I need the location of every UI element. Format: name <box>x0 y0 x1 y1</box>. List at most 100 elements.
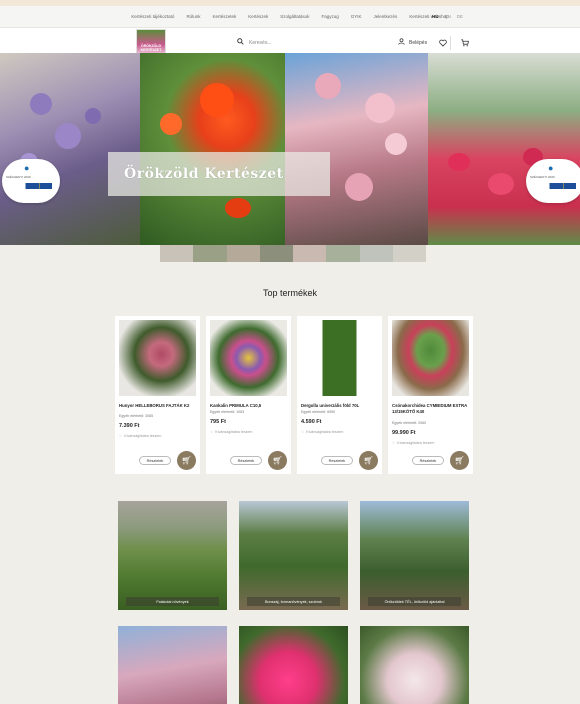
hero-thumb[interactable] <box>259 245 293 262</box>
hero-thumb[interactable] <box>293 245 327 262</box>
add-to-cart-button[interactable]: 🛒︎ <box>268 451 287 470</box>
product-name[interactable]: Csónakorchidea CYMBIDIUM EXTRA 13/15KÖTŐ… <box>392 403 470 414</box>
cart-icon: 🛒︎ <box>272 456 283 465</box>
hero-image-magnolia <box>285 53 428 245</box>
lang-hu[interactable]: HU <box>432 14 439 19</box>
heart-icon[interactable] <box>437 37 449 49</box>
badge-text: SZÉCHENYI 2020 <box>530 175 555 179</box>
category-label: Bonszáj, formanövények, szobrok <box>247 597 340 606</box>
product-image[interactable] <box>210 320 287 396</box>
product-image[interactable] <box>392 320 469 396</box>
product-stock: Egyéb elérhető: 1083 <box>210 410 245 414</box>
nav-link[interactable]: Rólunk <box>186 14 200 19</box>
product-card[interactable]: Csónakorchidea CYMBIDIUM EXTRA 13/15KÖTŐ… <box>388 316 473 474</box>
product-stock: Egyéb elérhető: 6950 <box>301 410 336 414</box>
search-icon <box>237 38 244 47</box>
nav-link[interactable]: Jelentkezés <box>374 14 398 19</box>
product-name[interactable]: Dergolla univerzális föld 70L <box>301 403 379 409</box>
hero-title: Örökzöld Kertészet <box>108 152 330 196</box>
details-button[interactable]: Részletek <box>321 456 353 465</box>
login-button[interactable]: Belépés <box>398 38 427 47</box>
hero-thumb[interactable] <box>359 245 393 262</box>
category-tile[interactable]: Faiskolai növények <box>118 501 227 610</box>
category-tile[interactable]: Bonszáj, formanövények, szobrok <box>239 501 348 610</box>
hero-banner: Örökzöld Kertészet ● SZÉCHENYI 2020 ● SZ… <box>0 53 580 245</box>
hero-image-agapanthus <box>0 53 140 245</box>
product-name[interactable]: Hunyor HELLEBORUS FAJTÁK K2 <box>119 403 197 409</box>
hero-image-greenhouse <box>428 53 580 245</box>
product-image[interactable] <box>119 320 196 396</box>
language-switcher: HU EN DE <box>432 14 463 19</box>
search-box[interactable]: Keresés... <box>237 38 272 47</box>
location-pin-icon: ● <box>24 163 30 173</box>
category-grid: Faiskolai növények Bonszáj, formanövénye… <box>118 501 469 704</box>
hero-thumb[interactable] <box>326 245 360 262</box>
product-card[interactable]: Hunyor HELLEBORUS FAJTÁK K2 Egyéb elérhe… <box>115 316 200 474</box>
wishlist-label: Kívánságlistára teszem <box>397 441 435 445</box>
nav-link[interactable]: Szolgáltatások <box>280 14 309 19</box>
product-card[interactable]: Dergolla univerzális föld 70L Egyéb elér… <box>297 316 382 474</box>
szechenyi-badge-left: ● SZÉCHENYI 2020 <box>2 159 60 203</box>
hero-thumb[interactable] <box>392 245 426 262</box>
product-price: 4.590 Ft <box>301 419 322 425</box>
search-input[interactable]: Keresés... <box>249 40 272 46</box>
hero-thumb[interactable] <box>226 245 260 262</box>
wishlist-label: Kívánságlistára teszem <box>215 430 253 434</box>
add-to-cart-button[interactable]: 🛒︎ <box>359 451 378 470</box>
product-price: 7.390 Ft <box>119 423 140 429</box>
cart-icon: 🛒︎ <box>454 456 465 465</box>
top-navigation: Kertészeti tájékoztató Rólunk Kertészete… <box>0 6 580 28</box>
category-tile[interactable] <box>118 626 227 704</box>
product-stock: Egyéb elérhető: 2060 <box>392 421 427 425</box>
nav-link[interactable]: Kertészek <box>248 14 268 19</box>
details-button[interactable]: Részletek <box>230 456 262 465</box>
cart-icon[interactable] <box>459 37 471 49</box>
category-label: Faiskolai növények <box>126 597 219 606</box>
category-tile[interactable]: Örökzöldek TÉL, örökzöld ajánlattal <box>360 501 469 610</box>
location-pin-icon: ● <box>548 163 554 173</box>
cart-icon: 🛒︎ <box>181 456 192 465</box>
category-tile[interactable] <box>360 626 469 704</box>
product-price: 99.990 Ft <box>392 430 416 436</box>
details-button[interactable]: Részletek <box>412 456 444 465</box>
top-nav-links: Kertészeti tájékoztató Rólunk Kertészete… <box>131 14 448 19</box>
heart-icon: ♡ <box>210 430 214 434</box>
login-label: Belépés <box>409 39 428 46</box>
product-name[interactable]: Kankalin PRIMULA C10,5 <box>210 403 288 409</box>
eu-flag-bar <box>532 183 576 189</box>
add-to-cart-button[interactable]: 🛒︎ <box>177 451 196 470</box>
heart-icon: ♡ <box>119 434 123 438</box>
hero-thumb[interactable] <box>160 245 194 262</box>
szechenyi-badge-right: ● SZÉCHENYI 2020 <box>526 159 580 203</box>
wishlist-link[interactable]: ♡ Kívánságlistára teszem <box>301 430 343 434</box>
top-products-title: Top termékek <box>262 288 318 298</box>
top-products-list: Hunyor HELLEBORUS FAJTÁK K2 Egyéb elérhe… <box>115 316 473 474</box>
nav-link[interactable]: Fagyzug <box>322 14 339 19</box>
heart-icon: ♡ <box>392 441 396 445</box>
lang-en[interactable]: EN <box>445 14 451 19</box>
logo-text: ÖRÖKZÖLD KERTÉSZET <box>140 44 162 53</box>
category-label: Örökzöldek TÉL, örökzöld ajánlattal <box>368 597 461 606</box>
cart-icon: 🛒︎ <box>363 456 374 465</box>
nav-link[interactable]: Kertészeti tájékoztató <box>131 14 174 19</box>
lang-de[interactable]: DE <box>457 14 463 19</box>
wishlist-link[interactable]: ♡ Kívánságlistára teszem <box>392 441 434 445</box>
eu-flag-bar <box>8 183 52 189</box>
product-price: 795 Ft <box>210 419 226 425</box>
user-icon <box>398 38 405 47</box>
product-image[interactable] <box>301 320 378 396</box>
nav-link[interactable]: GYIK <box>351 14 362 19</box>
hero-thumbnail-strip <box>160 245 426 262</box>
nav-link[interactable]: Kertészetek <box>212 14 236 19</box>
header-divider <box>450 36 451 50</box>
wishlist-link[interactable]: ♡ Kívánságlistára teszem <box>119 434 161 438</box>
add-to-cart-button[interactable]: 🛒︎ <box>450 451 469 470</box>
details-button[interactable]: Részletek <box>139 456 171 465</box>
badge-text: SZÉCHENYI 2020 <box>6 175 31 179</box>
wishlist-link[interactable]: ♡ Kívánságlistára teszem <box>210 430 252 434</box>
category-tile[interactable] <box>239 626 348 704</box>
wishlist-label: Kívánságlistára teszem <box>124 434 162 438</box>
product-card[interactable]: Kankalin PRIMULA C10,5 Egyéb elérhető: 1… <box>206 316 291 474</box>
hero-image-pomegranate <box>140 53 285 245</box>
hero-thumb[interactable] <box>193 245 227 262</box>
